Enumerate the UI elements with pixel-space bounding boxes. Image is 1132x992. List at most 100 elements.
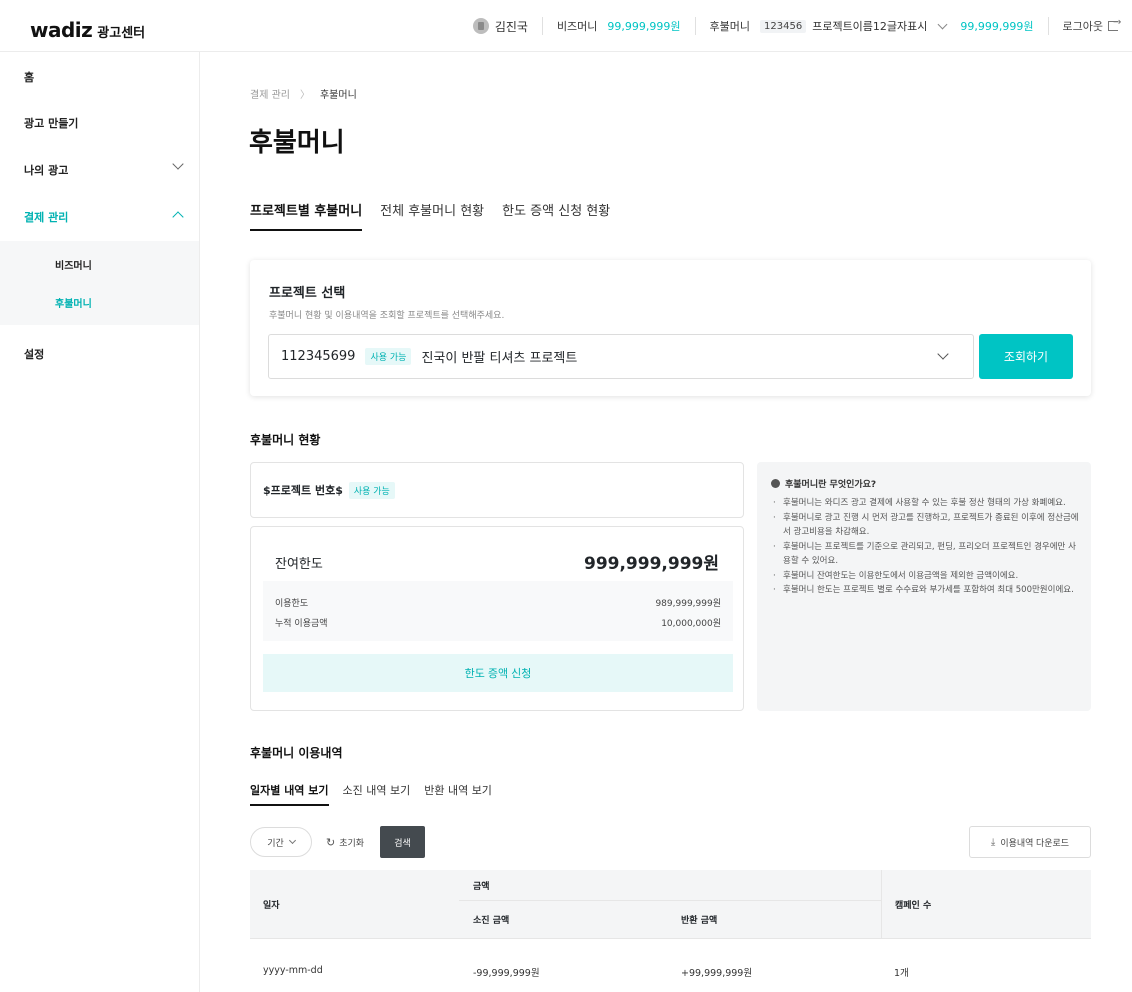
sidebar-item-create-ad[interactable]: 광고 만들기 (24, 115, 78, 131)
sidebar-item-settings[interactable]: 설정 (24, 346, 44, 362)
page-title: 후불머니 (249, 128, 345, 158)
project-select-card: 프로젝트 선택 후불머니 현황 및 이용내역을 조회할 프로젝트를 선택해주세요… (250, 260, 1091, 396)
project-id-chip: 123456 (760, 19, 807, 33)
user-name: 김진국 (494, 19, 528, 34)
logo[interactable]: wadiz 광고센터 (30, 18, 145, 42)
row-date: yyyy-mm-dd (263, 965, 323, 976)
page-tabs: 프로젝트별 후불머니 전체 후불머니 현황 한도 증액 신청 현황 (250, 200, 628, 231)
sidebar-item-my-ads[interactable]: 나의 광고 (24, 162, 68, 178)
biz-money-label: 비즈머니 (556, 20, 598, 33)
column-date: 일자 (263, 900, 280, 911)
project-name: 진국이 반팔 티셔츠 프로젝트 (421, 351, 578, 366)
info-list: 후불머니는 와디즈 광고 결제에 사용할 수 있는 후불 정산 형태의 가상 화… (773, 496, 1079, 598)
logout-label: 로그아웃 (1062, 20, 1103, 33)
info-item: 후불머니 한도는 프로젝트 별로 수수료와 부가세를 포함하여 최대 500만원… (773, 583, 1079, 598)
history-tabs: 일자별 내역 보기 소진 내역 보기 반환 내역 보기 (250, 782, 506, 806)
column-campaigns: 캠페인 수 (881, 870, 1091, 938)
reset-label: 초기화 (339, 839, 365, 849)
filter-row: 기간 ↻ 초기화 검색 ⤓ 이용내역 다운로드 (250, 825, 1091, 859)
row-refunded: +99,999,999원 (681, 968, 753, 979)
chevron-down-icon (937, 348, 949, 360)
history-section-title: 후불머니 이용내역 (250, 746, 343, 760)
info-icon (771, 479, 780, 488)
avatar-icon (472, 18, 489, 34)
info-item: 후불머니로 광고 진행 시 먼저 광고를 진행하고, 프로젝트가 종료된 이후에… (773, 511, 1079, 540)
main-content: 결제 관리 〉 후불머니 후불머니 프로젝트별 후불머니 전체 후불머니 현황 … (200, 52, 1132, 992)
project-select-description: 후불머니 현황 및 이용내역을 조회할 프로젝트를 선택해주세요. (269, 311, 505, 321)
limit-increase-button[interactable]: 한도 증액 신청 (263, 654, 733, 692)
postpaid-value: 99,999,999원 (960, 20, 1034, 33)
info-header: 후불머니란 무엇인가요? (771, 477, 876, 490)
download-history-button[interactable]: ⤓ 이용내역 다운로드 (969, 826, 1091, 858)
biz-money-value: 99,999,999원 (607, 20, 681, 33)
logout-button[interactable]: 로그아웃 (1047, 17, 1132, 35)
project-select-dropdown[interactable]: 112345699 사용 가능 진국이 반팔 티셔츠 프로젝트 (268, 334, 974, 379)
cumulative-usage-label: 누적 이용금액 (275, 619, 328, 629)
sidebar-item-postpaid-money[interactable]: 후불머니 (55, 295, 92, 310)
limit-details: 이용한도 989,999,999원 누적 이용금액 10,000,000원 (263, 581, 733, 641)
tab-consumed-history[interactable]: 소진 내역 보기 (343, 782, 411, 806)
sidebar-item-payment[interactable]: 결제 관리 (24, 209, 68, 225)
postpaid-money-summary: 후불머니 123456 프로젝트이름12글자표시 99,999,999원 (694, 17, 1048, 35)
breadcrumb-current: 후불머니 (319, 90, 357, 101)
usage-limit-label: 이용한도 (275, 599, 309, 609)
info-item: 후불머니 잔여한도는 이용한도에서 이용금액을 제외한 금액이에요. (773, 569, 1079, 584)
header-project-selector[interactable]: 프로젝트이름12글자표시 (812, 18, 927, 34)
download-icon: ⤓ (990, 836, 996, 848)
brand-name: wadiz (30, 18, 93, 42)
brand-subtitle: 광고센터 (97, 26, 146, 41)
reset-button[interactable]: ↻ 초기화 (326, 836, 364, 849)
chevron-down-icon (288, 836, 296, 845)
breadcrumb-parent[interactable]: 결제 관리 (250, 86, 290, 101)
info-item: 후불머니는 와디즈 광고 결제에 사용할 수 있는 후불 정산 형태의 가상 화… (773, 496, 1079, 511)
tab-refund-history[interactable]: 반환 내역 보기 (424, 782, 492, 806)
remaining-limit-label: 잔여한도 (275, 557, 323, 572)
usage-limit-value: 989,999,999원 (655, 599, 721, 609)
row-consumed: -99,999,999원 (473, 968, 540, 979)
tab-project-postpaid[interactable]: 프로젝트별 후불머니 (250, 200, 363, 231)
biz-money-summary: 비즈머니 99,999,999원 (541, 17, 695, 35)
tab-limit-increase-status[interactable]: 한도 증액 신청 현황 (502, 200, 610, 231)
table-row: yyyy-mm-dd -99,999,999원 +99,999,999원 1개 (250, 938, 1091, 992)
user-profile[interactable]: 김진국 (459, 17, 542, 35)
chevron-up-icon[interactable] (172, 211, 184, 223)
tab-total-postpaid[interactable]: 전체 후불머니 현황 (380, 200, 484, 231)
chevron-down-icon[interactable] (172, 158, 184, 170)
breadcrumb: 결제 관리 〉 후불머니 (250, 86, 357, 101)
cumulative-usage-row: 누적 이용금액 10,000,000원 (275, 616, 721, 629)
top-bar: wadiz 광고센터 김진국 비즈머니 99,999,999원 후불머니 123… (0, 0, 1132, 52)
breadcrumb-separator-icon: 〉 (299, 90, 310, 101)
chevron-down-icon[interactable] (937, 19, 948, 30)
sidebar-item-biz-money[interactable]: 비즈머니 (55, 257, 92, 272)
row-campaigns: 1개 (894, 968, 909, 979)
column-amount: 금액 (459, 870, 881, 901)
info-item: 후불머니는 프로젝트를 기준으로 관리되고, 펀딩, 프리오더 프로젝트인 경우… (773, 540, 1079, 569)
refresh-icon: ↻ (326, 836, 336, 849)
limit-card: 잔여한도 999,999,999원 이용한도 989,999,999원 누적 이… (250, 526, 744, 711)
period-dropdown[interactable]: 기간 (250, 827, 312, 857)
sidebar: 홈 광고 만들기 나의 광고 결제 관리 비즈머니 후불머니 설정 (0, 52, 200, 992)
info-title: 후불머니란 무엇인가요? (785, 480, 877, 490)
status-badge: 사용 가능 (365, 348, 412, 365)
project-status-card: $프로젝트 번호$ 사용 가능 (250, 462, 744, 518)
header-account-area: 김진국 비즈머니 99,999,999원 후불머니 123456 프로젝트이름1… (459, 0, 1132, 52)
cumulative-usage-value: 10,000,000원 (661, 619, 721, 629)
info-box: 후불머니란 무엇인가요? 후불머니는 와디즈 광고 결제에 사용할 수 있는 후… (757, 462, 1091, 711)
search-button[interactable]: 검색 (380, 826, 425, 858)
usage-limit-row: 이용한도 989,999,999원 (275, 596, 721, 609)
sidebar-submenu: 비즈머니 후불머니 (0, 241, 199, 325)
status-badge: 사용 가능 (348, 481, 395, 499)
status-section-title: 후불머니 현황 (250, 433, 321, 447)
remaining-limit-value: 999,999,999원 (583, 554, 719, 574)
table-header: 일자 금액 소진 금액 반환 금액 캠페인 수 (250, 870, 1091, 938)
project-number-label: $프로젝트 번호$ (263, 484, 343, 497)
tab-daily-history[interactable]: 일자별 내역 보기 (250, 782, 329, 806)
query-button[interactable]: 조회하기 (979, 334, 1073, 379)
period-label: 기간 (267, 838, 284, 849)
column-consumed: 소진 금액 (473, 916, 510, 926)
download-label: 이용내역 다운로드 (1000, 837, 1070, 848)
project-number: 112345699 (281, 349, 356, 364)
column-refunded: 반환 금액 (681, 916, 718, 926)
logout-icon (1108, 17, 1121, 31)
sidebar-item-home[interactable]: 홈 (24, 69, 34, 85)
